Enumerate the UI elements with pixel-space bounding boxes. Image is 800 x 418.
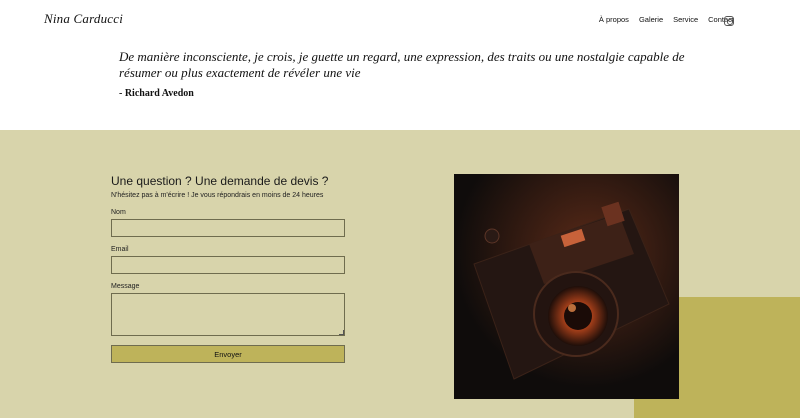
message-label: Message: [111, 283, 140, 290]
contact-subtitle: N'hésitez pas à m'écrire ! Je vous répon…: [111, 192, 324, 199]
email-label: Email: [111, 246, 129, 253]
nav-item-galerie[interactable]: Galerie: [639, 15, 663, 24]
camera-photo: [454, 174, 679, 399]
brand-name[interactable]: Nina Carducci: [44, 11, 123, 27]
camera-illustration: [454, 174, 679, 399]
quote-text: De manière inconsciente, je crois, je gu…: [119, 49, 685, 80]
name-label: Nom: [111, 209, 126, 216]
main-nav: À propos Galerie Service Contact: [599, 15, 734, 24]
submit-button[interactable]: Envoyer: [111, 345, 345, 363]
instagram-icon[interactable]: [724, 16, 734, 26]
nav-item-a-propos[interactable]: À propos: [599, 15, 629, 24]
message-field[interactable]: [111, 293, 345, 336]
name-field[interactable]: [111, 219, 345, 237]
nav-item-service[interactable]: Service: [673, 15, 698, 24]
email-field[interactable]: [111, 256, 345, 274]
contact-title: Une question ? Une demande de devis ?: [111, 174, 329, 188]
textarea-resize-handle[interactable]: [339, 330, 344, 335]
quote-author: - Richard Avedon: [119, 88, 194, 99]
site-header: Nina Carducci À propos Galerie Service C…: [0, 0, 800, 40]
